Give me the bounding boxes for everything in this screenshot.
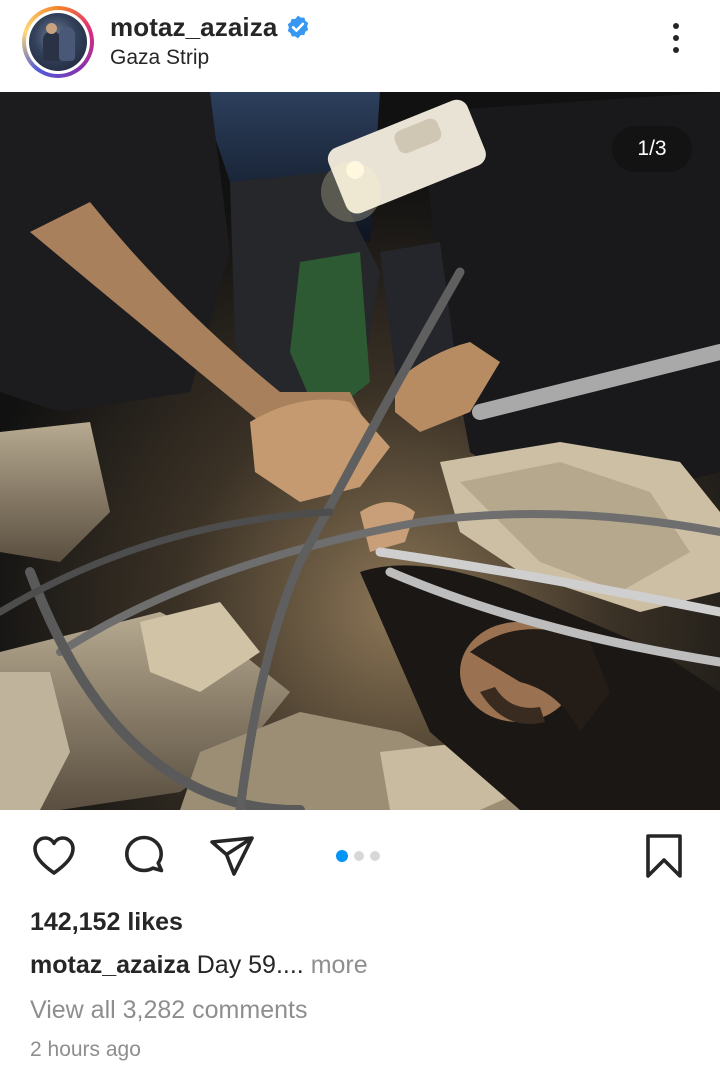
post-timestamp: 2 hours ago xyxy=(30,1038,141,1061)
image-counter: 1/3 xyxy=(612,126,692,172)
rescue-photo xyxy=(0,92,720,810)
view-comments-link[interactable]: View all 3,282 comments xyxy=(30,996,307,1025)
likes-number: 142,152 xyxy=(30,908,121,936)
carousel-dot xyxy=(354,851,364,861)
post-header: motaz_azaiza Gaza Strip xyxy=(0,0,720,92)
story-ring[interactable] xyxy=(22,6,94,78)
avatar[interactable] xyxy=(29,13,87,71)
more-options-icon[interactable] xyxy=(664,20,688,56)
likes-count[interactable]: 142,152 likes xyxy=(30,908,183,937)
carousel-dot xyxy=(370,851,380,861)
bookmark-icon[interactable] xyxy=(640,832,688,880)
username[interactable]: motaz_azaiza xyxy=(110,12,277,43)
post-location[interactable]: Gaza Strip xyxy=(110,46,209,70)
paper-plane-icon[interactable] xyxy=(208,832,256,880)
carousel-indicator xyxy=(336,850,380,862)
comment-bubble-icon[interactable] xyxy=(120,832,168,880)
post-image[interactable]: 1/3 xyxy=(0,92,720,810)
heart-icon[interactable] xyxy=(30,832,78,880)
post-actions xyxy=(0,818,720,894)
verified-badge-icon xyxy=(288,15,309,39)
caption-username[interactable]: motaz_azaiza xyxy=(30,951,190,979)
caption: motaz_azaiza Day 59.... more xyxy=(30,951,368,980)
carousel-dot-active xyxy=(336,850,348,862)
caption-more-link[interactable]: more xyxy=(304,951,368,979)
caption-text: Day 59.... xyxy=(196,951,304,979)
likes-word: likes xyxy=(127,908,183,936)
